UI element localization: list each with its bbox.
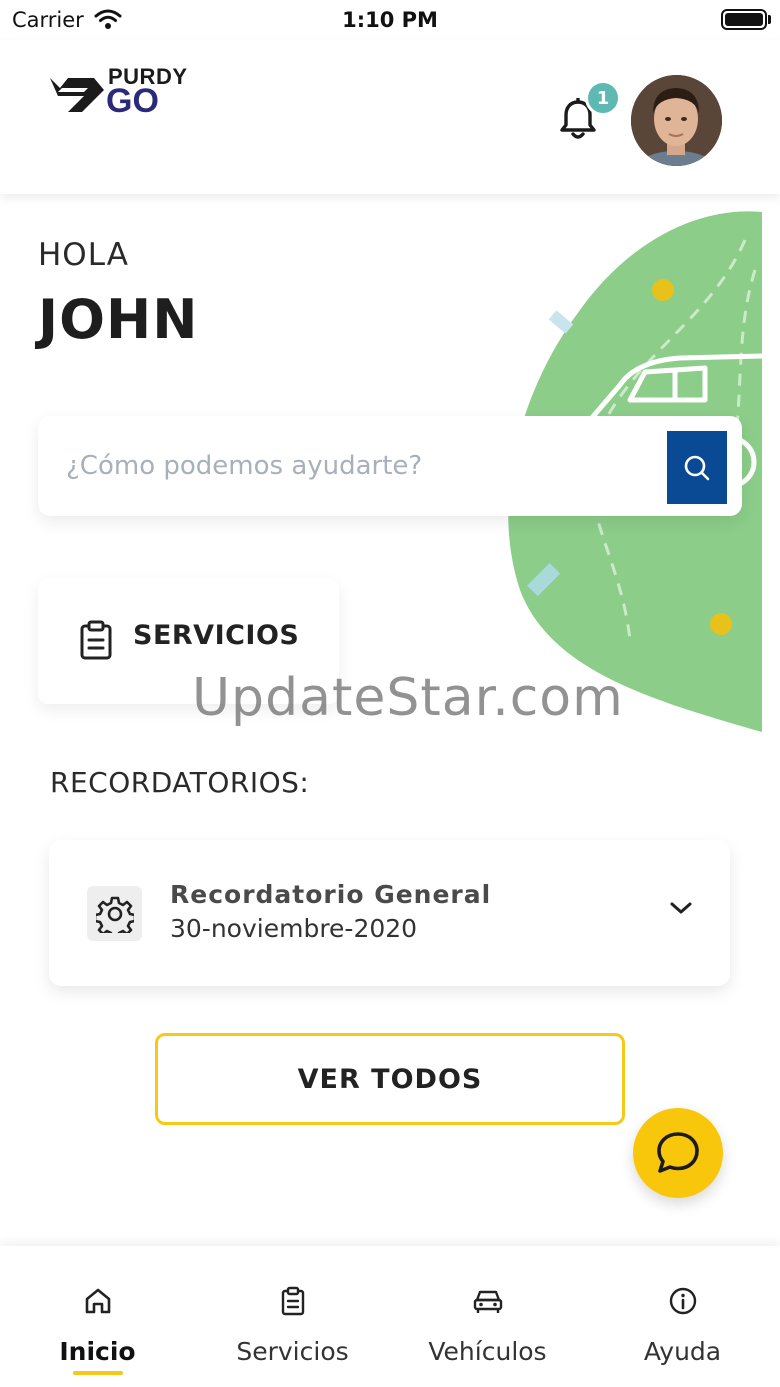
tab-vehiculos[interactable]: Vehículos [390, 1246, 585, 1387]
search-input[interactable] [66, 440, 666, 492]
search-bar [38, 416, 742, 516]
car-icon [390, 1286, 585, 1316]
status-time: 1:10 PM [342, 8, 438, 32]
clipboard-icon [195, 1286, 390, 1316]
services-card-label: SERVICIOS [133, 620, 300, 651]
reminder-date: 30-noviembre-2020 [170, 914, 418, 943]
tab-servicios-label: Servicios [236, 1337, 349, 1366]
home-icon [0, 1286, 195, 1316]
logo-text-go: GO [106, 82, 159, 120]
view-all-button[interactable]: VER TODOS [155, 1033, 625, 1125]
logo-mark-icon [50, 78, 104, 112]
status-bar: Carrier 1:10 PM [0, 0, 780, 40]
reminders-heading: RECORDATORIOS: [50, 766, 310, 799]
chat-bubble-icon [657, 1132, 699, 1173]
tab-servicios[interactable]: Servicios [195, 1246, 390, 1387]
search-button[interactable] [667, 431, 727, 504]
info-icon [585, 1286, 780, 1316]
greeting-hello: HOLA [38, 237, 129, 273]
purdy-go-logo[interactable]: PURDY GO [48, 62, 218, 122]
watermark-text: UpdateStar.com [192, 668, 624, 728]
battery-icon [721, 9, 767, 30]
search-icon [684, 455, 710, 480]
chevron-down-icon[interactable] [669, 900, 693, 920]
greeting-user-name: JOHN [38, 288, 199, 351]
active-tab-indicator [73, 1371, 123, 1375]
user-avatar[interactable] [631, 75, 722, 166]
chat-button[interactable] [633, 1108, 723, 1198]
notification-badge: 1 [585, 80, 621, 116]
gear-icon [95, 896, 134, 933]
tab-inicio-label: Inicio [59, 1337, 136, 1366]
reminder-item[interactable]: Recordatorio General 30-noviembre-2020 [49, 840, 730, 986]
battery-tip [768, 15, 771, 24]
reminder-title: Recordatorio General [170, 880, 492, 909]
tab-inicio[interactable]: Inicio [0, 1246, 195, 1387]
clipboard-icon [78, 620, 114, 664]
tab-ayuda[interactable]: Ayuda [585, 1246, 780, 1387]
reminder-icon-box [87, 886, 142, 941]
bottom-tab-bar: Inicio Servicios Vehículos Ayuda [0, 1246, 780, 1387]
tab-ayuda-label: Ayuda [643, 1337, 722, 1366]
tab-vehiculos-label: Vehículos [428, 1337, 547, 1366]
